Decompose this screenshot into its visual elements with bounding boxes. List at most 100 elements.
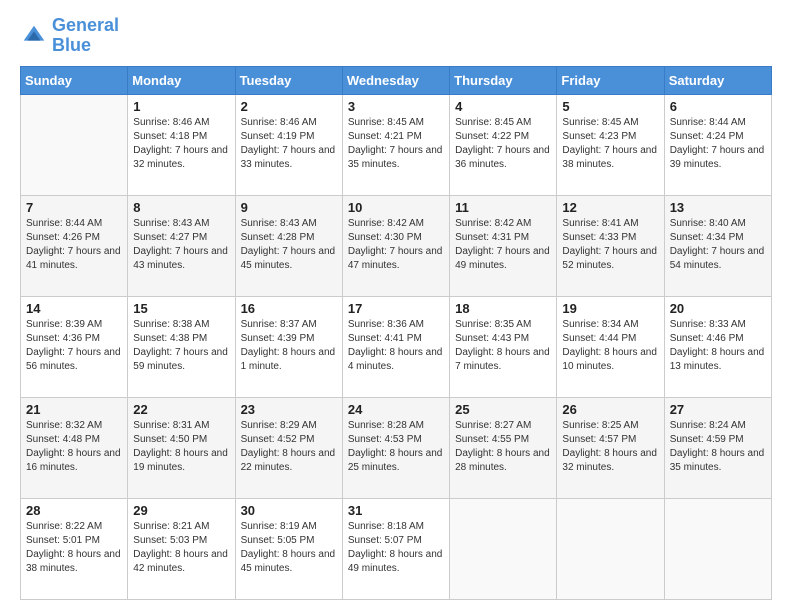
calendar-week-row: 7 Sunrise: 8:44 AMSunset: 4:26 PMDaylight… — [21, 195, 772, 296]
weekday-header-thursday: Thursday — [450, 66, 557, 94]
day-number: 30 — [241, 503, 337, 518]
day-detail: Sunrise: 8:27 AMSunset: 4:55 PMDaylight:… — [455, 419, 551, 475]
calendar-cell: 25 Sunrise: 8:27 AMSunset: 4:55 PMDayligh… — [450, 397, 557, 498]
calendar-cell: 2Sunrise: 8:46 AMSunset: 4:19 PMDaylight… — [235, 94, 342, 195]
day-number: 9 — [241, 200, 337, 215]
day-number: 1 — [133, 99, 229, 114]
day-detail: Sunrise: 8:44 AMSunset: 4:24 PMDaylight:… — [670, 116, 766, 172]
day-detail: Sunrise: 8:40 AMSunset: 4:34 PMDaylight:… — [670, 217, 766, 273]
calendar-cell: 4 Sunrise: 8:45 AMSunset: 4:22 PMDaylight… — [450, 94, 557, 195]
day-number: 17 — [348, 301, 444, 316]
day-number: 13 — [670, 200, 766, 215]
day-detail: Sunrise: 8:22 AMSunset: 5:01 PMDaylight:… — [26, 520, 122, 576]
day-detail: Sunrise: 8:36 AMSunset: 4:41 PMDaylight:… — [348, 318, 444, 374]
day-number: 11 — [455, 200, 551, 215]
day-number: 12 — [562, 200, 658, 215]
day-number: 15 — [133, 301, 229, 316]
weekday-header-sunday: Sunday — [21, 66, 128, 94]
day-detail: Sunrise: 8:33 AMSunset: 4:46 PMDaylight:… — [670, 318, 766, 374]
calendar-cell: 13 Sunrise: 8:40 AMSunset: 4:34 PMDayligh… — [664, 195, 771, 296]
day-number: 31 — [348, 503, 444, 518]
calendar-cell: 26Sunrise: 8:25 AMSunset: 4:57 PMDayligh… — [557, 397, 664, 498]
day-detail: Sunrise: 8:41 AMSunset: 4:33 PMDaylight:… — [562, 217, 658, 273]
calendar-cell: 1 Sunrise: 8:46 AMSunset: 4:18 PMDaylight… — [128, 94, 235, 195]
day-detail: Sunrise: 8:42 AMSunset: 4:31 PMDaylight:… — [455, 217, 551, 273]
day-detail: Sunrise: 8:25 AMSunset: 4:57 PMDaylight:… — [562, 419, 658, 475]
calendar-cell — [450, 498, 557, 599]
day-detail: Sunrise: 8:34 AMSunset: 4:44 PMDaylight:… — [562, 318, 658, 374]
calendar-cell — [557, 498, 664, 599]
day-detail: Sunrise: 8:45 AMSunset: 4:21 PMDaylight:… — [348, 116, 444, 172]
calendar-week-row: 14 Sunrise: 8:39 AMSunset: 4:36 PMDayligh… — [21, 296, 772, 397]
header: General Blue — [20, 16, 772, 56]
day-detail: Sunrise: 8:38 AMSunset: 4:38 PMDaylight:… — [133, 318, 229, 374]
calendar-cell: 22Sunrise: 8:31 AMSunset: 4:50 PMDayligh… — [128, 397, 235, 498]
day-number: 6 — [670, 99, 766, 114]
day-number: 23 — [241, 402, 337, 417]
calendar-table: SundayMondayTuesdayWednesdayThursdayFrid… — [20, 66, 772, 600]
calendar-cell: 9 Sunrise: 8:43 AMSunset: 4:28 PMDaylight… — [235, 195, 342, 296]
weekday-header-monday: Monday — [128, 66, 235, 94]
day-detail: Sunrise: 8:39 AMSunset: 4:36 PMDaylight:… — [26, 318, 122, 374]
day-detail: Sunrise: 8:43 AMSunset: 4:27 PMDaylight:… — [133, 217, 229, 273]
calendar-cell: 31 Sunrise: 8:18 AMSunset: 5:07 PMDayligh… — [342, 498, 449, 599]
calendar-week-row: 28 Sunrise: 8:22 AMSunset: 5:01 PMDayligh… — [21, 498, 772, 599]
day-detail: Sunrise: 8:32 AMSunset: 4:48 PMDaylight:… — [26, 419, 122, 475]
weekday-header-wednesday: Wednesday — [342, 66, 449, 94]
day-detail: Sunrise: 8:19 AMSunset: 5:05 PMDaylight:… — [241, 520, 337, 576]
calendar-cell: 3 Sunrise: 8:45 AMSunset: 4:21 PMDaylight… — [342, 94, 449, 195]
day-number: 25 — [455, 402, 551, 417]
day-number: 21 — [26, 402, 122, 417]
calendar-cell: 28 Sunrise: 8:22 AMSunset: 5:01 PMDayligh… — [21, 498, 128, 599]
calendar-cell: 5Sunrise: 8:45 AMSunset: 4:23 PMDaylight… — [557, 94, 664, 195]
calendar-cell: 14 Sunrise: 8:39 AMSunset: 4:36 PMDayligh… — [21, 296, 128, 397]
day-number: 20 — [670, 301, 766, 316]
day-number: 27 — [670, 402, 766, 417]
calendar-week-row: 1 Sunrise: 8:46 AMSunset: 4:18 PMDaylight… — [21, 94, 772, 195]
calendar-cell: 19 Sunrise: 8:34 AMSunset: 4:44 PMDayligh… — [557, 296, 664, 397]
weekday-header-friday: Friday — [557, 66, 664, 94]
day-detail: Sunrise: 8:45 AMSunset: 4:22 PMDaylight:… — [455, 116, 551, 172]
calendar-cell: 12 Sunrise: 8:41 AMSunset: 4:33 PMDayligh… — [557, 195, 664, 296]
day-detail: Sunrise: 8:24 AMSunset: 4:59 PMDaylight:… — [670, 419, 766, 475]
day-detail: Sunrise: 8:46 AMSunset: 4:18 PMDaylight:… — [133, 116, 229, 172]
day-number: 14 — [26, 301, 122, 316]
day-number: 7 — [26, 200, 122, 215]
calendar-cell: 18Sunrise: 8:35 AMSunset: 4:43 PMDayligh… — [450, 296, 557, 397]
calendar-cell: 21 Sunrise: 8:32 AMSunset: 4:48 PMDayligh… — [21, 397, 128, 498]
day-number: 19 — [562, 301, 658, 316]
day-detail: Sunrise: 8:43 AMSunset: 4:28 PMDaylight:… — [241, 217, 337, 273]
day-number: 24 — [348, 402, 444, 417]
logo: General Blue — [20, 16, 119, 56]
calendar-cell: 6 Sunrise: 8:44 AMSunset: 4:24 PMDaylight… — [664, 94, 771, 195]
weekday-header-saturday: Saturday — [664, 66, 771, 94]
day-number: 29 — [133, 503, 229, 518]
page: General Blue SundayMondayTuesdayWednesda… — [0, 0, 792, 612]
calendar-cell: 23 Sunrise: 8:29 AMSunset: 4:52 PMDayligh… — [235, 397, 342, 498]
day-number: 4 — [455, 99, 551, 114]
logo-text: General Blue — [52, 16, 119, 56]
day-detail: Sunrise: 8:37 AMSunset: 4:39 PMDaylight:… — [241, 318, 337, 374]
day-number: 16 — [241, 301, 337, 316]
day-number: 18 — [455, 301, 551, 316]
calendar-cell: 10 Sunrise: 8:42 AMSunset: 4:30 PMDayligh… — [342, 195, 449, 296]
day-detail: Sunrise: 8:46 AMSunset: 4:19 PMDaylight:… — [241, 116, 337, 172]
weekday-header-row: SundayMondayTuesdayWednesdayThursdayFrid… — [21, 66, 772, 94]
day-number: 28 — [26, 503, 122, 518]
day-number: 22 — [133, 402, 229, 417]
day-detail: Sunrise: 8:44 AMSunset: 4:26 PMDaylight:… — [26, 217, 122, 273]
day-detail: Sunrise: 8:29 AMSunset: 4:52 PMDaylight:… — [241, 419, 337, 475]
day-detail: Sunrise: 8:18 AMSunset: 5:07 PMDaylight:… — [348, 520, 444, 576]
calendar-cell: 30 Sunrise: 8:19 AMSunset: 5:05 PMDayligh… — [235, 498, 342, 599]
calendar-cell: 15 Sunrise: 8:38 AMSunset: 4:38 PMDayligh… — [128, 296, 235, 397]
calendar-cell: 16 Sunrise: 8:37 AMSunset: 4:39 PMDayligh… — [235, 296, 342, 397]
calendar-week-row: 21 Sunrise: 8:32 AMSunset: 4:48 PMDayligh… — [21, 397, 772, 498]
calendar-cell — [21, 94, 128, 195]
day-number: 3 — [348, 99, 444, 114]
calendar-cell: 11 Sunrise: 8:42 AMSunset: 4:31 PMDayligh… — [450, 195, 557, 296]
calendar-cell: 20 Sunrise: 8:33 AMSunset: 4:46 PMDayligh… — [664, 296, 771, 397]
day-detail: Sunrise: 8:42 AMSunset: 4:30 PMDaylight:… — [348, 217, 444, 273]
day-number: 10 — [348, 200, 444, 215]
weekday-header-tuesday: Tuesday — [235, 66, 342, 94]
logo-icon — [20, 22, 48, 50]
